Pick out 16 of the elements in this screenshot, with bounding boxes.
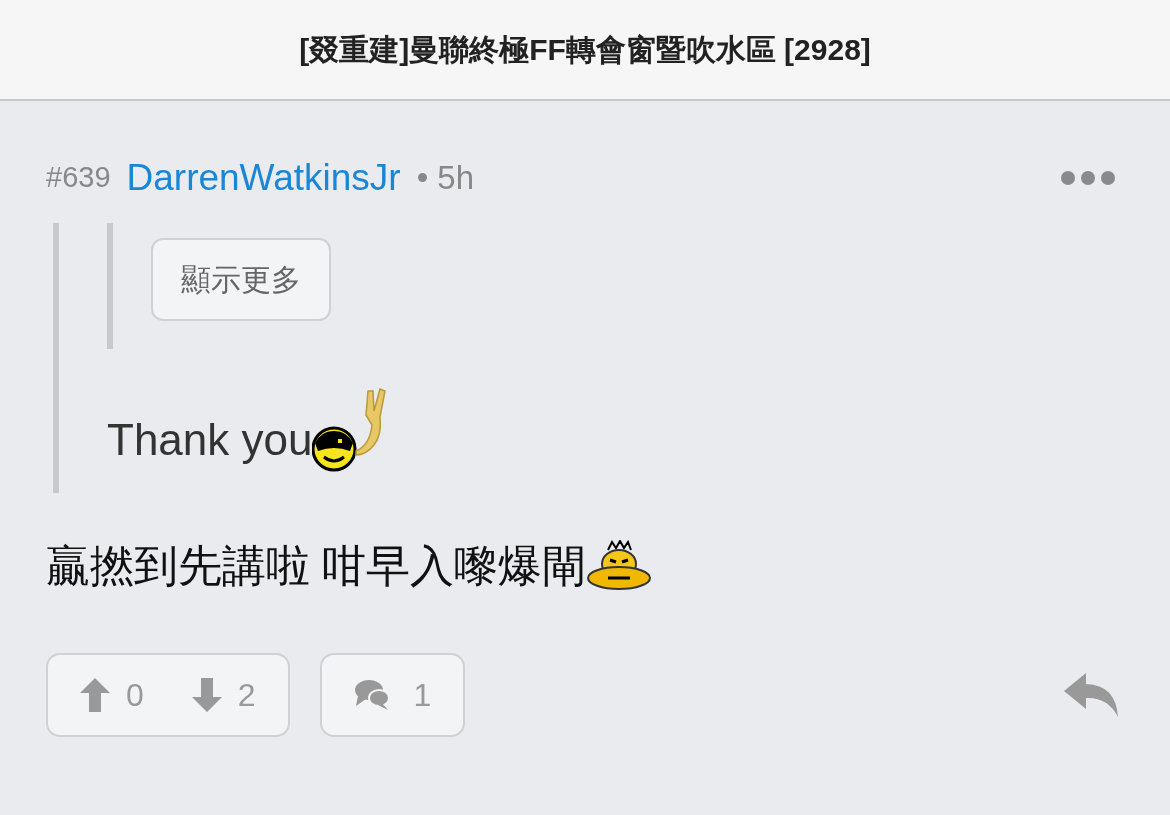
post-time: • 5h: [416, 158, 475, 199]
author-link[interactable]: DarrenWatkinsJr: [126, 150, 401, 206]
replies-button[interactable]: 1: [319, 653, 466, 737]
quoted-text: Thank you: [107, 414, 313, 466]
upvote-button[interactable]: 0: [80, 671, 144, 719]
down-arrow-icon: [191, 678, 222, 712]
more-options-icon[interactable]: [1060, 170, 1116, 186]
post-content: 贏撚到先講啦 咁早入嚟爆閘: [46, 540, 587, 592]
reply-icon[interactable]: [1064, 673, 1118, 717]
downvote-button[interactable]: 2: [191, 671, 256, 719]
show-more-button[interactable]: 顯示更多: [151, 238, 331, 321]
up-arrow-icon: [80, 678, 110, 712]
post-number: #639: [46, 160, 111, 196]
thread-title: [叕重建]曼聯終極FF轉會窗暨吹水區 [2928]: [299, 32, 871, 68]
chat-bubbles-icon: [353, 679, 390, 711]
emoji-icon: [586, 540, 653, 592]
